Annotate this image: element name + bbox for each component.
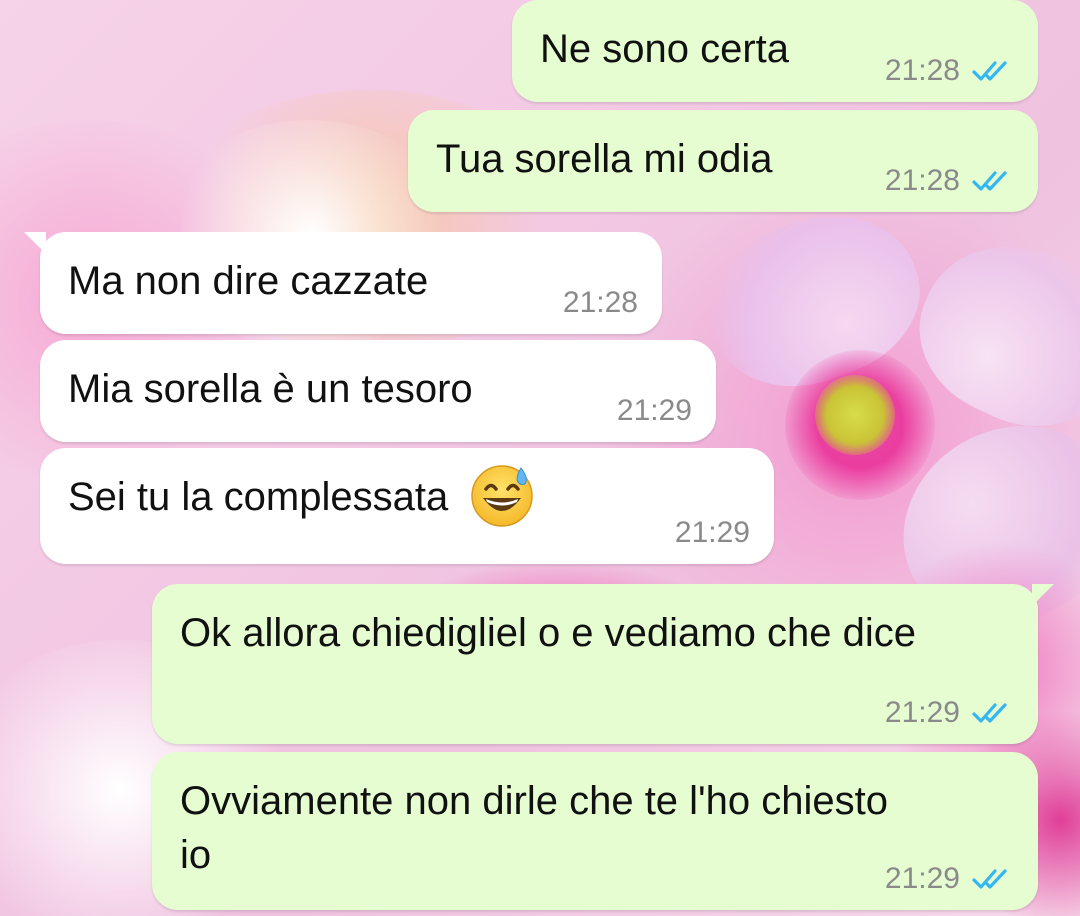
message-time: 21:29 bbox=[616, 394, 692, 427]
message-bubble-outgoing[interactable]: Ne sono certa 21:28 bbox=[512, 0, 1038, 102]
message-text: Tua sorella mi odia bbox=[436, 137, 773, 181]
message-time: 21:29 bbox=[884, 862, 960, 895]
bubble-tail bbox=[1032, 584, 1054, 606]
message-time: 21:29 bbox=[884, 696, 960, 729]
message-meta: 21:29 bbox=[617, 394, 692, 428]
message-text: Ovviamente non dirle che te l'ho chiesto… bbox=[180, 779, 889, 877]
message-bubble-incoming[interactable]: Sei tu la complessata 21:29 bbox=[40, 448, 774, 564]
message-bubble-incoming[interactable]: Mia sorella è un tesoro 21:29 bbox=[40, 340, 716, 442]
message-time: 21:28 bbox=[884, 164, 960, 197]
message-bubble-incoming[interactable]: Ma non dire cazzate 21:28 bbox=[24, 232, 662, 334]
message-bubble-outgoing[interactable]: Tua sorella mi odia 21:28 bbox=[408, 110, 1038, 212]
message-text: Ok allora chiedigliel o e vediamo che di… bbox=[180, 611, 916, 655]
message-meta: 21:28 bbox=[885, 54, 1014, 88]
message-text: Mia sorella è un tesoro bbox=[68, 367, 473, 411]
double-check-read-icon bbox=[972, 171, 1007, 191]
message-meta: 21:29 bbox=[675, 516, 750, 550]
message-meta: 21:29 bbox=[885, 862, 1014, 896]
message-meta: 21:28 bbox=[885, 164, 1014, 198]
message-meta: 21:28 bbox=[563, 286, 638, 320]
message-time: 21:28 bbox=[562, 286, 638, 319]
message-text: Ne sono certa bbox=[540, 27, 790, 71]
message-bubble-outgoing[interactable]: Ovviamente non dirle che te l'ho chiesto… bbox=[152, 752, 1038, 910]
grinning-face-with-sweat-emoji bbox=[469, 462, 535, 528]
bubble-tail bbox=[24, 232, 46, 254]
message-bubble-outgoing[interactable]: Ok allora chiedigliel o e vediamo che di… bbox=[152, 584, 1054, 744]
message-text: Sei tu la complessata bbox=[68, 475, 449, 519]
message-list[interactable]: Ne sono certa 21:28 Tua sorella mi odia … bbox=[0, 0, 1080, 916]
message-time: 21:29 bbox=[674, 516, 750, 549]
message-meta: 21:29 bbox=[885, 696, 1014, 730]
message-text: Ma non dire cazzate bbox=[68, 259, 429, 303]
double-check-read-icon bbox=[972, 869, 1007, 889]
message-time: 21:28 bbox=[884, 54, 960, 87]
double-check-read-icon bbox=[972, 703, 1007, 723]
double-check-read-icon bbox=[972, 61, 1007, 81]
